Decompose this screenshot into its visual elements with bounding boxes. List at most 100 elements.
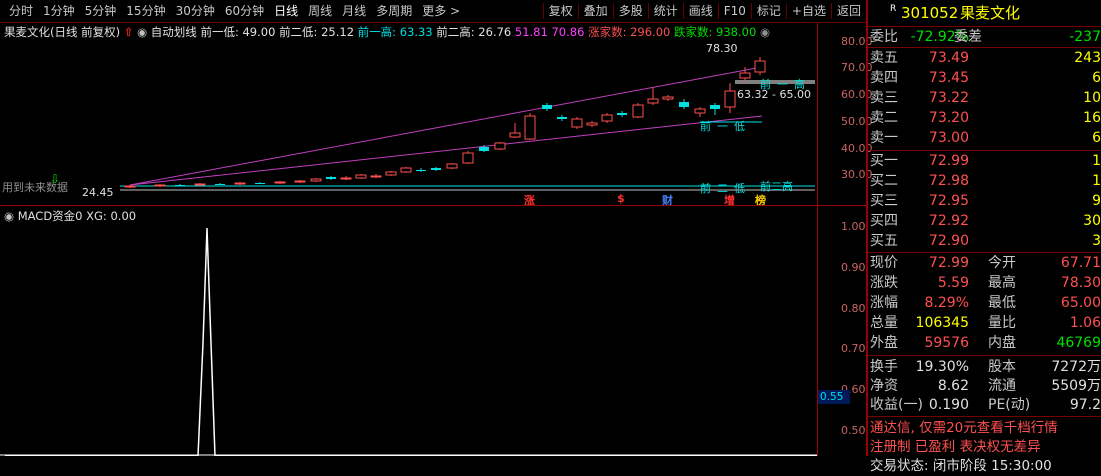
divider: [868, 416, 1101, 417]
candle-body[interactable]: [154, 184, 166, 187]
candle-body[interactable]: [446, 163, 458, 169]
candle-body[interactable]: [542, 105, 552, 109]
candle-body[interactable]: [647, 98, 659, 104]
candle-body[interactable]: [632, 104, 644, 118]
quote-label: 最低: [988, 295, 1016, 311]
order-volume: 16: [1083, 110, 1101, 126]
period-tab[interactable]: 1分钟: [38, 3, 80, 19]
period-tab[interactable]: 60分钟: [220, 3, 269, 19]
order-book-row[interactable]: 卖五 73.49 243: [868, 48, 1101, 68]
order-book-row[interactable]: 买五 72.90 3: [868, 231, 1101, 251]
order-book-row[interactable]: 卖二 73.20 16: [868, 108, 1101, 128]
high-price-label: 78.30: [706, 42, 738, 55]
candle-body[interactable]: [310, 178, 322, 182]
candle-body[interactable]: [400, 167, 412, 173]
candle-body[interactable]: [601, 114, 613, 122]
candle-body[interactable]: [509, 132, 521, 138]
candle-body[interactable]: [175, 185, 185, 186]
toolbar-action-button[interactable]: 叠加: [577, 3, 613, 19]
candle-body[interactable]: [679, 102, 689, 107]
candle-body[interactable]: [586, 122, 598, 126]
toolbar-action-button[interactable]: 标记: [750, 3, 786, 19]
candle-body[interactable]: [724, 90, 736, 108]
quote-value: 67.71: [1060, 255, 1101, 271]
stock-code: 301052: [901, 4, 959, 22]
candle-body[interactable]: [385, 171, 397, 176]
candle-body[interactable]: [754, 60, 766, 73]
panel-divider: [0, 205, 866, 206]
period-tab[interactable]: 月线: [337, 3, 371, 19]
macd-axis-tick: 0.50: [841, 424, 866, 437]
fundamental-label: 股本: [988, 359, 1016, 375]
period-toolbar: 分时 1分钟 5分钟 15分钟 30分钟 60分钟 日线 周线 月线 多周期 更多 > 复权 叠加 多股…: [0, 0, 866, 23]
toolbar-action-button[interactable]: +自选: [785, 3, 831, 19]
order-book-row[interactable]: 买二 72.98 1: [868, 171, 1101, 191]
toolbar-action-button[interactable]: 返回: [830, 3, 866, 19]
quote-value: 106345: [915, 315, 969, 331]
period-tab[interactable]: 周线: [303, 3, 337, 19]
candle-body[interactable]: [326, 177, 336, 179]
toolbar-action-button[interactable]: 复权: [542, 3, 578, 19]
toolbar-action-button[interactable]: 画线: [682, 3, 718, 19]
order-volume: 30: [1083, 213, 1101, 229]
toolbar-action-button[interactable]: 统计: [647, 3, 683, 19]
fundamental-value: 7272万: [1051, 359, 1101, 375]
macd-toggle-icon[interactable]: ◉: [4, 209, 14, 223]
candle-body[interactable]: [710, 105, 720, 109]
candle-body[interactable]: [234, 182, 246, 185]
order-level-label: 买二: [870, 173, 898, 189]
event-marker[interactable]: $: [617, 192, 625, 205]
candle-body[interactable]: [215, 184, 225, 185]
quote-value: 59576: [924, 335, 969, 351]
order-book-row[interactable]: 买四 72.92 30: [868, 211, 1101, 231]
fundamental-row: 换手 19.30% 股本 7272万: [868, 357, 1101, 377]
prev-high-text: 前一高: [760, 78, 811, 91]
candle-body[interactable]: [462, 152, 474, 164]
order-book-row[interactable]: 买三 72.95 9: [868, 191, 1101, 211]
candle-body[interactable]: [617, 113, 627, 115]
candle-body[interactable]: [194, 183, 206, 186]
candle-body[interactable]: [355, 174, 367, 179]
toolbar-action-button[interactable]: F10: [717, 3, 751, 19]
period-tab[interactable]: 多周期: [371, 3, 417, 19]
notice-link[interactable]: 注册制 已盈利 表决权无差异: [870, 437, 1101, 457]
candle-body[interactable]: [694, 108, 706, 114]
candle-body[interactable]: [524, 115, 536, 140]
period-tab[interactable]: 30分钟: [171, 3, 220, 19]
period-tab[interactable]: 5分钟: [80, 3, 122, 19]
order-book-row[interactable]: 买一 72.99 1: [868, 151, 1101, 171]
candle-body[interactable]: [431, 168, 441, 170]
price-chart[interactable]: [0, 23, 817, 456]
candle-body[interactable]: [479, 147, 489, 151]
candle-body[interactable]: [494, 142, 506, 150]
period-tab[interactable]: 15分钟: [121, 3, 170, 19]
candle-body[interactable]: [557, 117, 567, 119]
quote-panel: R 301052 果麦文化 委比 -72.92% 委差 -237 卖五 73.49…: [866, 0, 1101, 474]
candle-body[interactable]: [370, 175, 382, 178]
candle-body[interactable]: [340, 177, 352, 180]
period-tab[interactable]: 分时: [4, 3, 38, 19]
candle-body[interactable]: [124, 185, 136, 188]
order-book-row[interactable]: 卖三 73.22 10: [868, 88, 1101, 108]
order-level-label: 买五: [870, 233, 898, 249]
candle-body[interactable]: [739, 72, 751, 79]
notice-link[interactable]: 通达信, 仅需20元查看千档行情: [870, 418, 1101, 438]
candle-body[interactable]: [255, 183, 265, 184]
candle-body[interactable]: [571, 118, 583, 128]
order-price: 73.45: [928, 70, 969, 86]
period-tab[interactable]: 日线: [269, 3, 303, 19]
order-price: 73.20: [928, 110, 969, 126]
toolbar-action-button[interactable]: 多股: [612, 3, 648, 19]
low-price-label: 24.45: [82, 186, 114, 199]
candle-body[interactable]: [274, 181, 286, 184]
period-tab[interactable]: 更多 >: [417, 3, 465, 19]
order-level-label: 卖二: [870, 110, 898, 126]
candle-body[interactable]: [294, 180, 306, 183]
candle-body[interactable]: [416, 170, 426, 171]
order-book-row[interactable]: 卖四 73.45 6: [868, 68, 1101, 88]
quote-label: 现价: [870, 255, 898, 271]
candle-body[interactable]: [662, 96, 674, 100]
order-price: 73.49: [928, 50, 969, 66]
order-price: 72.98: [928, 173, 969, 189]
order-book-row[interactable]: 卖一 73.00 6: [868, 128, 1101, 148]
